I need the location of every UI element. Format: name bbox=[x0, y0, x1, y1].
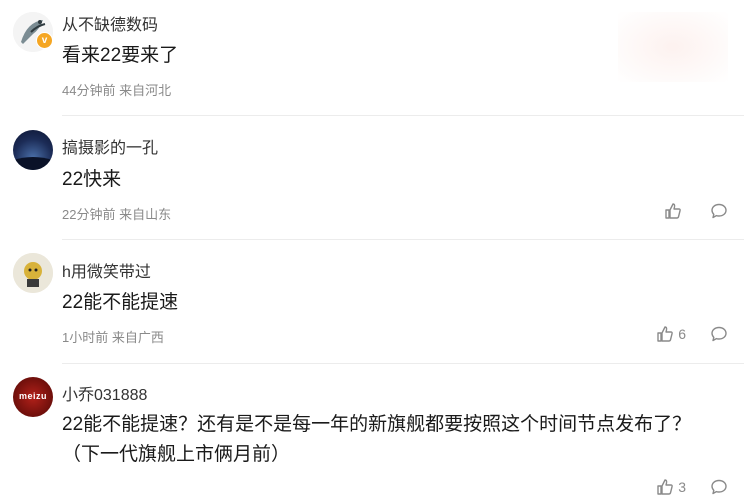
avatar[interactable]: meizu bbox=[13, 377, 53, 417]
comment-meta: 22分钟前 来自山东 bbox=[62, 204, 171, 223]
comment-text-line: （下一代旗舰上市俩月前） bbox=[62, 444, 291, 465]
comment-text: 22能不能提速？还有是不是每一年的新旗舰都要按照这个时间节点发布了？ （下一代旗… bbox=[62, 410, 732, 470]
like-count: 3 bbox=[678, 479, 686, 495]
comment-meta: 44分钟前 来自河北 bbox=[62, 80, 171, 99]
comment-actions: 6 bbox=[656, 325, 728, 343]
comment-item: v 从不缺德数码 看来22要来了 44分钟前 来自河北 bbox=[0, 0, 744, 116]
thumbs-up-icon bbox=[665, 203, 681, 219]
avatar[interactable] bbox=[13, 130, 53, 170]
comment-item: meizu 小乔031888 22能不能提速？还有是不是每一年的新旗舰都要按照这… bbox=[0, 364, 744, 504]
reply-button[interactable] bbox=[710, 202, 728, 220]
comment-text: 22快来 bbox=[62, 169, 122, 190]
username[interactable]: 从不缺德数码 bbox=[62, 11, 158, 35]
comment-text-line: 22能不能提速？还有是不是每一年的新旗舰都要按照这个时间节点发布了？ bbox=[62, 414, 692, 435]
comment-meta: 1小时前 来自广西 bbox=[62, 327, 164, 346]
comment-actions: 3 bbox=[656, 478, 728, 496]
username[interactable]: 小乔031888 bbox=[62, 381, 147, 405]
timestamp: 44分钟前 bbox=[62, 83, 116, 98]
speech-bubble-icon bbox=[711, 203, 727, 219]
timestamp: 1小时前 bbox=[62, 330, 109, 345]
location: 来自广西 bbox=[111, 330, 164, 345]
location: 来自山东 bbox=[119, 207, 172, 222]
thumbs-up-icon bbox=[657, 326, 674, 342]
username[interactable]: 搞摄影的一孔 bbox=[62, 134, 158, 158]
like-count: 6 bbox=[678, 326, 686, 342]
comment-actions bbox=[664, 202, 728, 220]
reply-button[interactable] bbox=[710, 478, 728, 496]
avatar-image-icon bbox=[13, 157, 53, 170]
like-button[interactable] bbox=[664, 202, 686, 220]
like-button[interactable]: 3 bbox=[656, 478, 686, 496]
username[interactable]: h用微笑带过 bbox=[62, 258, 151, 282]
verified-badge: v bbox=[36, 32, 53, 49]
like-button[interactable]: 6 bbox=[656, 325, 686, 343]
avatar-image-icon bbox=[13, 253, 53, 293]
speech-bubble-icon bbox=[711, 326, 727, 342]
timestamp: 22分钟前 bbox=[62, 207, 116, 222]
avatar-brand-text: meizu bbox=[18, 391, 47, 401]
reply-button[interactable] bbox=[710, 325, 728, 343]
comment-item: 搞摄影的一孔 22快来 22分钟前 来自山东 bbox=[0, 116, 744, 240]
thumbs-up-icon bbox=[657, 479, 674, 495]
comment-text: 看来22要来了 bbox=[62, 45, 179, 66]
location: 来自河北 bbox=[119, 83, 172, 98]
speech-bubble-icon bbox=[711, 479, 727, 495]
avatar[interactable] bbox=[13, 253, 53, 293]
comment-item: h用微笑带过 22能不能提速 1小时前 来自广西 6 bbox=[0, 240, 744, 364]
comment-text: 22能不能提速 bbox=[62, 292, 179, 313]
